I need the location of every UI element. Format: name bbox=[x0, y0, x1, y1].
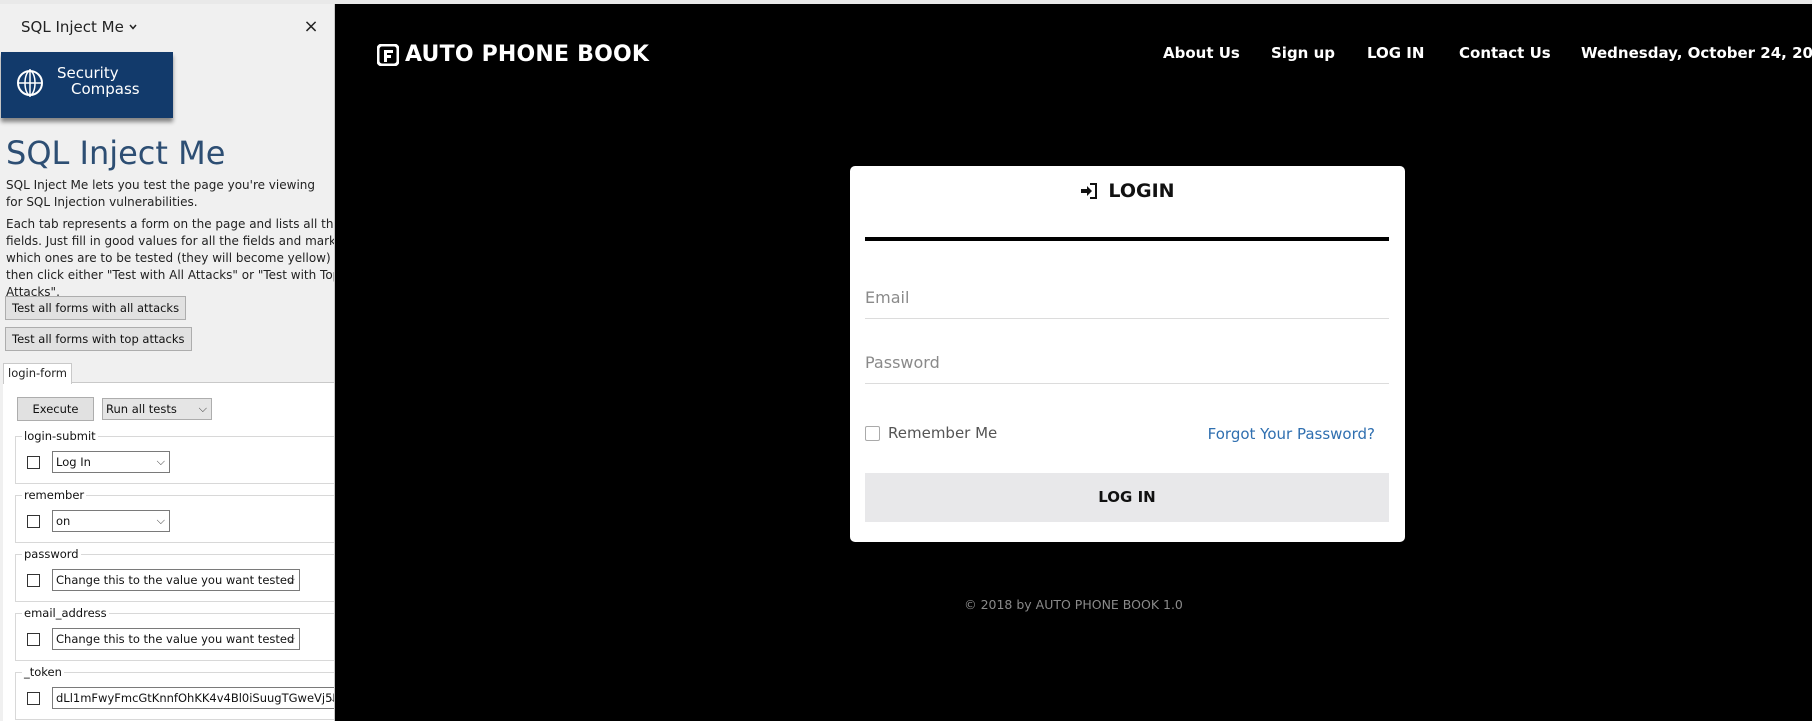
run-tests-select[interactable]: Run all tests ⌵ bbox=[102, 398, 212, 420]
field-value: Change this to the value you want tested bbox=[56, 632, 295, 646]
chevron-down-icon: ⌵ bbox=[286, 573, 295, 586]
nav-about-us[interactable]: About Us bbox=[1163, 44, 1240, 62]
sidebar-heading: SQL Inject Me bbox=[6, 134, 226, 172]
field-checkbox[interactable] bbox=[27, 633, 40, 646]
close-icon[interactable]: × bbox=[302, 16, 320, 37]
brand-name: AUTO PHONE BOOK bbox=[405, 42, 650, 67]
login-card: LOGIN Email Password Remember Me Forgot … bbox=[850, 166, 1405, 542]
chevron-down-icon: ⌵ bbox=[286, 632, 295, 645]
password-placeholder: Password bbox=[865, 353, 940, 372]
sidebar-title-dropdown[interactable]: SQL Inject Me bbox=[21, 18, 138, 36]
remember-me-label: Remember Me bbox=[888, 424, 998, 442]
globe-icon bbox=[17, 69, 43, 97]
logo-line-2: Compass bbox=[71, 80, 140, 98]
footer-copyright: © 2018 by AUTO PHONE BOOK 1.0 bbox=[964, 597, 1183, 612]
field-value-select[interactable]: on ⌵ bbox=[52, 510, 170, 532]
field-label: password bbox=[22, 547, 81, 561]
title-divider bbox=[865, 237, 1389, 241]
login-submit-button[interactable]: LOG IN bbox=[865, 473, 1389, 522]
field-label: login-submit bbox=[22, 429, 98, 443]
chevron-down-icon: ⌵ bbox=[156, 514, 165, 527]
remember-me: Remember Me bbox=[865, 424, 997, 442]
field-label: remember bbox=[22, 488, 87, 502]
sidebar-title: SQL Inject Me bbox=[21, 18, 124, 36]
chevron-down-icon: ⌵ bbox=[198, 402, 207, 415]
field-label: _token bbox=[22, 665, 64, 679]
test-top-attacks-button[interactable]: Test all forms with top attacks bbox=[5, 327, 192, 351]
remember-me-checkbox[interactable] bbox=[865, 425, 880, 441]
web-page: AUTO PHONE BOOK About Us Sign up LOG IN … bbox=[335, 4, 1812, 721]
chevron-down-icon bbox=[129, 24, 137, 30]
nav-sign-up[interactable]: Sign up bbox=[1271, 44, 1335, 62]
logo-text: Security Compass bbox=[57, 65, 140, 97]
email-field[interactable]: Email bbox=[865, 278, 1389, 319]
execute-button[interactable]: Execute bbox=[17, 397, 94, 421]
email-placeholder: Email bbox=[865, 288, 910, 307]
run-tests-select-value: Run all tests bbox=[106, 402, 177, 416]
security-compass-logo: Security Compass bbox=[1, 52, 173, 118]
field-value-select[interactable]: Log In ⌵ bbox=[52, 451, 170, 473]
login-title: LOGIN bbox=[1108, 180, 1175, 202]
field-checkbox[interactable] bbox=[27, 692, 40, 705]
chevron-down-icon: ⌵ bbox=[156, 455, 165, 468]
field-value-select[interactable]: Change this to the value you want tested… bbox=[52, 569, 300, 591]
nav-date: Wednesday, October 24, 2018 bbox=[1581, 44, 1812, 62]
password-field[interactable]: Password bbox=[865, 343, 1389, 384]
field-value: Log In bbox=[56, 455, 91, 469]
field-value: dLl1mFwyFmcGtKnnfOhKK4v4Bl0iSuugTGweVj5F bbox=[56, 691, 335, 705]
nav-log-in[interactable]: LOG IN bbox=[1367, 44, 1424, 62]
sql-inject-me-sidebar: SQL Inject Me × Security Compass SQL Inj… bbox=[0, 4, 335, 721]
field-checkbox[interactable] bbox=[27, 574, 40, 587]
logo-line-1: Security bbox=[57, 64, 119, 82]
field-checkbox[interactable] bbox=[27, 456, 40, 469]
sidebar-header: SQL Inject Me × bbox=[0, 4, 334, 52]
sign-in-icon bbox=[1081, 183, 1098, 199]
field-value: on bbox=[56, 514, 71, 528]
sidebar-instructions: Each tab represents a form on the page a… bbox=[6, 217, 335, 299]
login-card-title: LOGIN bbox=[850, 180, 1405, 202]
site-brand[interactable]: AUTO PHONE BOOK bbox=[377, 42, 649, 67]
test-all-attacks-button[interactable]: Test all forms with all attacks bbox=[5, 296, 187, 320]
field-value-select[interactable]: Change this to the value you want tested… bbox=[52, 628, 300, 650]
forgot-password-link[interactable]: Forgot Your Password? bbox=[1208, 425, 1375, 443]
field-value-select[interactable]: dLl1mFwyFmcGtKnnfOhKK4v4Bl0iSuugTGweVj5F… bbox=[52, 687, 335, 709]
field-checkbox[interactable] bbox=[27, 515, 40, 528]
nav-contact-us[interactable]: Contact Us bbox=[1459, 44, 1551, 62]
field-value: Change this to the value you want tested bbox=[56, 573, 295, 587]
field-label: email_address bbox=[22, 606, 109, 620]
tab-login-form[interactable]: login-form bbox=[3, 363, 72, 384]
sidebar-description: SQL Inject Me lets you test the page you… bbox=[6, 178, 315, 209]
brand-logo-icon bbox=[377, 43, 399, 66]
